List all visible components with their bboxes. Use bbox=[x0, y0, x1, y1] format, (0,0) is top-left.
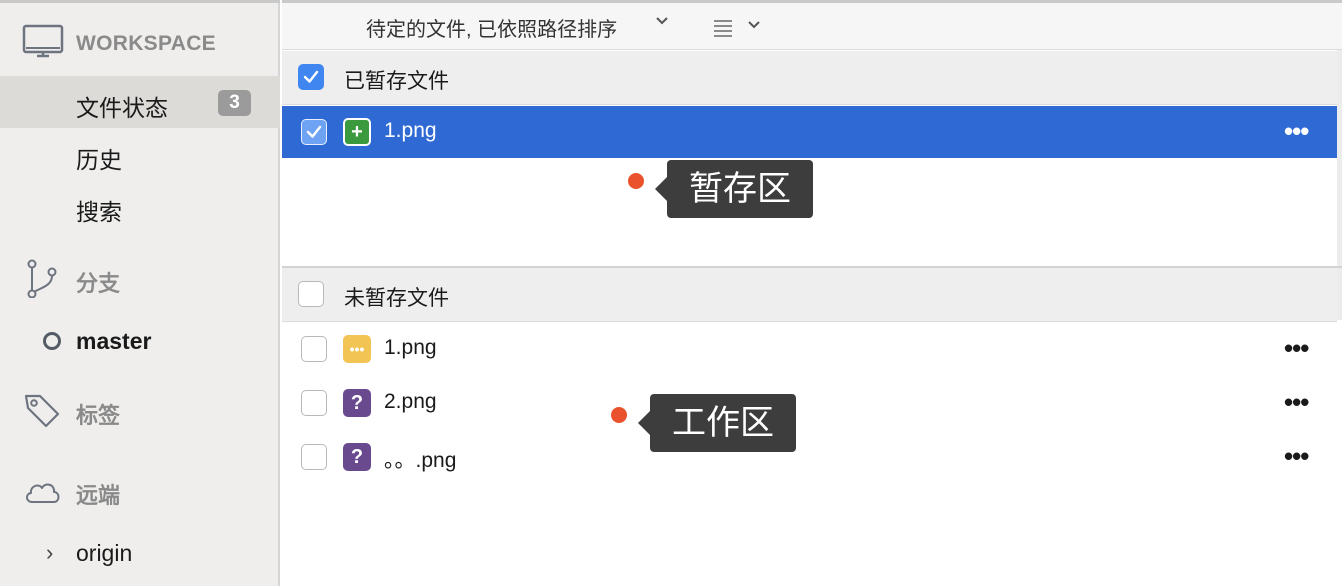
staged-select-all-checkbox[interactable] bbox=[298, 64, 324, 90]
checkmark-icon bbox=[303, 70, 319, 83]
staging-area-tooltip: 暂存区 bbox=[655, 160, 813, 218]
unstaged-files-title: 未暂存文件 bbox=[344, 287, 449, 310]
chevron-right-icon[interactable]: › bbox=[46, 540, 53, 566]
question-icon: ? bbox=[343, 443, 371, 471]
staged-files-title: 已暂存文件 bbox=[344, 70, 449, 93]
file-checkbox[interactable] bbox=[301, 444, 327, 470]
file-name: 2.png bbox=[384, 390, 437, 413]
file-checkbox[interactable] bbox=[301, 390, 327, 416]
working-area-tooltip: 工作区 bbox=[638, 394, 796, 452]
monitor-icon bbox=[22, 24, 64, 58]
sidebar-item-label: 文件状态 bbox=[76, 95, 168, 121]
dots-icon: ••• bbox=[343, 335, 371, 363]
file-name: 1.png bbox=[384, 336, 437, 359]
sidebar: WORKSPACE 文件状态 3 历史 搜索 分支 master 标签 远端 ›… bbox=[0, 0, 280, 586]
question-icon: ? bbox=[343, 389, 371, 417]
file-checkbox[interactable] bbox=[301, 119, 327, 145]
checkmark-icon bbox=[306, 125, 322, 138]
ellipsis-icon[interactable]: ••• bbox=[1284, 389, 1309, 415]
staged-files-header: 已暂存文件 bbox=[282, 51, 1337, 105]
staged-file-row[interactable]: + 1.png ••• bbox=[282, 106, 1337, 158]
list-view-icon[interactable] bbox=[712, 17, 734, 39]
sidebar-section-remotes[interactable]: 远端 bbox=[0, 464, 280, 516]
unstaged-select-all-checkbox[interactable] bbox=[298, 281, 324, 307]
plus-icon: + bbox=[343, 118, 371, 146]
current-branch-icon bbox=[43, 332, 61, 350]
sidebar-item-file-status[interactable]: 文件状态 3 bbox=[0, 76, 280, 128]
sidebar-workspace-header: WORKSPACE bbox=[0, 20, 280, 66]
remote-item-origin[interactable]: › origin bbox=[0, 534, 280, 574]
sidebar-section-label: 分支 bbox=[76, 271, 121, 296]
unstaged-file-row[interactable]: ? 2.png ••• bbox=[282, 377, 1337, 429]
file-checkbox[interactable] bbox=[301, 336, 327, 362]
unstaged-file-row[interactable]: ? 。。.png ••• bbox=[282, 431, 1337, 483]
ellipsis-icon[interactable]: ••• bbox=[1284, 335, 1309, 361]
tag-icon bbox=[24, 394, 60, 428]
scrollbar-track[interactable] bbox=[1337, 50, 1342, 320]
annotation-marker bbox=[611, 407, 627, 423]
remote-name: origin bbox=[76, 540, 133, 566]
workspace-label: WORKSPACE bbox=[76, 32, 216, 55]
file-list-toolbar: 待定的文件, 已依照路径排序 bbox=[282, 0, 1342, 50]
sidebar-top-border bbox=[0, 0, 280, 3]
sort-dropdown[interactable]: 待定的文件, 已依照路径排序 bbox=[366, 13, 617, 42]
sidebar-item-history[interactable]: 历史 bbox=[0, 128, 280, 180]
branch-name: master bbox=[76, 328, 152, 354]
annotation-marker bbox=[628, 173, 644, 189]
sidebar-item-search[interactable]: 搜索 bbox=[0, 180, 280, 232]
ellipsis-icon[interactable]: ••• bbox=[1284, 118, 1309, 144]
file-count-badge: 3 bbox=[218, 90, 251, 116]
sidebar-item-label: 历史 bbox=[76, 147, 122, 173]
file-name: 1.png bbox=[384, 119, 437, 142]
sidebar-section-label: 标签 bbox=[76, 403, 121, 428]
main-panel: 待定的文件, 已依照路径排序 已暂存文件 + 1.png ••• 未暂存文件 •… bbox=[282, 0, 1342, 586]
sidebar-item-label: 搜索 bbox=[76, 199, 122, 225]
branch-item-master[interactable]: master bbox=[0, 322, 280, 362]
app-window: WORKSPACE 文件状态 3 历史 搜索 分支 master 标签 远端 ›… bbox=[0, 0, 1342, 586]
chevron-down-icon[interactable] bbox=[654, 13, 670, 29]
branch-icon bbox=[27, 259, 57, 298]
cloud-icon bbox=[26, 483, 60, 503]
unstaged-file-row[interactable]: ••• 1.png ••• bbox=[282, 323, 1337, 375]
ellipsis-icon[interactable]: ••• bbox=[1284, 443, 1309, 469]
unstaged-files-header: 未暂存文件 bbox=[282, 268, 1337, 322]
chevron-down-icon[interactable] bbox=[746, 17, 762, 33]
sidebar-section-label: 远端 bbox=[76, 483, 121, 508]
sidebar-section-branches[interactable]: 分支 bbox=[0, 252, 280, 304]
file-name: 。。.png bbox=[384, 449, 457, 472]
sidebar-section-tags[interactable]: 标签 bbox=[0, 384, 280, 436]
